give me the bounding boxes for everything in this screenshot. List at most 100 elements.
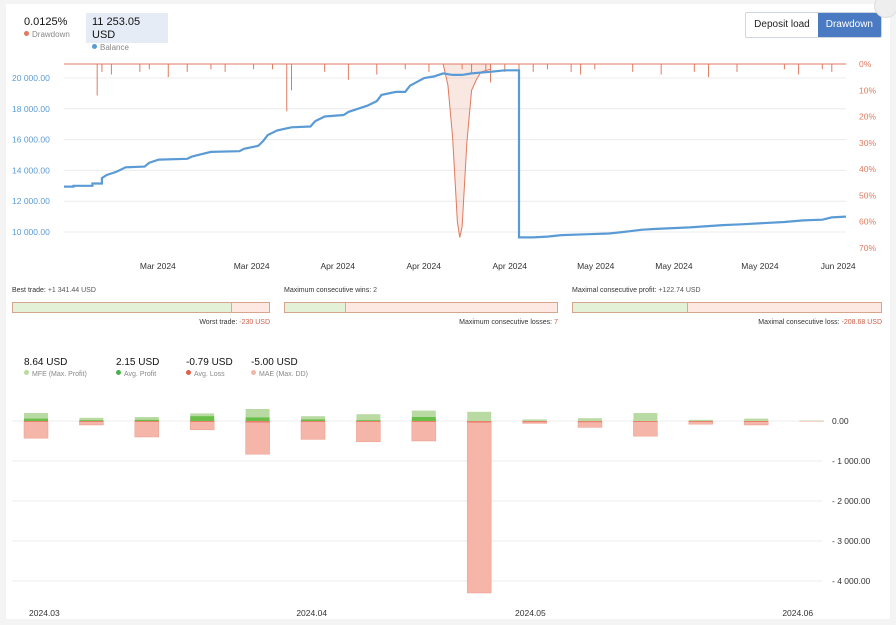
x-tick-label: May 2024 xyxy=(655,261,693,271)
summary-avg-profit-value: 2.15 USD xyxy=(116,357,160,368)
mfe-bar xyxy=(578,418,602,421)
y-right-tick-label: 40% xyxy=(859,164,876,174)
max-consec-loss-stat: Maximal consecutive loss: -208.68 USD xyxy=(758,319,882,326)
summary-avg-loss[interactable]: -0.79 USD Avg. Loss xyxy=(186,357,233,380)
mae-bar xyxy=(356,420,381,443)
y-left-tick-label: 14 000.00 xyxy=(12,165,50,175)
avg-loss-bar xyxy=(744,421,769,422)
avg-loss-bar xyxy=(411,421,436,422)
best-trade-fill xyxy=(13,303,232,312)
avg-loss-bar xyxy=(79,421,104,422)
mfe-bar xyxy=(688,419,713,421)
consec-wins-fill xyxy=(285,303,346,312)
avg-profit-bar xyxy=(301,419,325,421)
best-worst-trade-bar xyxy=(12,302,270,313)
x-tick-label: May 2024 xyxy=(577,261,615,271)
y-right-tick-label: 20% xyxy=(859,112,876,122)
x-tick-label: 2024.05 xyxy=(515,608,546,618)
avg-loss-bar xyxy=(134,421,159,422)
x-tick-label: Jun 2024 xyxy=(821,261,856,271)
chart-panel: 0.0125% Drawdown 11 253.05 USD Balance D… xyxy=(6,0,896,619)
max-consec-wins-value: 2 xyxy=(373,287,377,294)
max-consec-loss-value: -208.68 USD xyxy=(841,319,882,326)
mfe-bar xyxy=(522,419,547,421)
mae-bar xyxy=(300,420,326,440)
mae-bar xyxy=(633,420,658,437)
y-left-tick-label: 20 000.00 xyxy=(12,73,50,83)
balance-drawdown-chart: 10 000.00 12 000.00 14 000.00 16 000.00 18 0… xyxy=(12,59,876,271)
consec-profit-loss-bar xyxy=(572,302,882,313)
y-tick-label: - 1 000.00 xyxy=(832,456,871,466)
avg-loss-bar xyxy=(578,421,602,423)
best-trade-stat: Best trade: +1 341.44 USD xyxy=(12,287,96,294)
summary-mfe-dot xyxy=(24,370,29,375)
summary-mae-value: -5.00 USD xyxy=(251,357,298,368)
x-tick-label: May 2024 xyxy=(741,261,779,271)
mae-bar xyxy=(466,420,492,594)
consec-wins-losses-bar xyxy=(284,302,558,313)
avg-profit-bar xyxy=(245,417,270,421)
avg-loss-bar xyxy=(24,421,48,422)
worst-trade-stat: Worst trade: -230 USD xyxy=(199,319,270,326)
summary-avg-profit[interactable]: 2.15 USD Avg. Profit xyxy=(116,357,159,380)
mfe-bar xyxy=(633,413,658,421)
avg-loss-bar xyxy=(301,421,325,422)
max-consec-wins-stat: Maximum consecutive wins: 2 xyxy=(284,287,377,294)
y-left-tick-label: 18 000.00 xyxy=(12,104,50,114)
summary-mfe[interactable]: 8.64 USD MFE (Max. Profit) xyxy=(24,357,87,380)
avg-profit-bar xyxy=(190,416,215,421)
max-consec-profit-stat: Maximal consecutive profit: +122.74 USD xyxy=(572,287,701,294)
mfe-bar xyxy=(467,411,492,421)
avg-profit-bar xyxy=(134,419,159,421)
mae-bar xyxy=(411,420,437,442)
y-tick-label: - 3 000.00 xyxy=(832,536,871,546)
summary-mfe-value: 8.64 USD xyxy=(24,357,68,368)
consec-profit-fill xyxy=(573,303,688,312)
y-tick-label: - 4 000.00 xyxy=(832,576,871,586)
x-tick-label: 2024.06 xyxy=(782,608,813,618)
y-left-tick-label: 16 000.00 xyxy=(12,135,50,145)
drawdown-area xyxy=(442,63,492,238)
avg-profit-bar xyxy=(24,418,48,421)
y-right-tick-label: 0% xyxy=(859,59,872,69)
mfe-mae-bar-chart: 0.00 - 1 000.00 - 2 000.00 - 3 000.00 - 4 00… xyxy=(12,409,871,618)
x-tick-label: Mar 2024 xyxy=(140,261,176,271)
y-left-tick-label: 12 000.00 xyxy=(12,196,50,206)
worst-trade-value: -230 USD xyxy=(239,319,270,326)
x-tick-label: Apr 2024 xyxy=(492,261,527,271)
avg-profit-bar xyxy=(411,417,436,421)
avg-loss-bar xyxy=(356,421,381,422)
y-tick-label: - 2 000.00 xyxy=(832,496,871,506)
avg-loss-bar xyxy=(245,421,270,423)
avg-profit-bar xyxy=(356,420,381,421)
mfe-bar xyxy=(744,418,769,421)
summary-avg-loss-value: -0.79 USD xyxy=(186,357,233,368)
y-right-tick-label: 50% xyxy=(859,190,876,200)
max-consec-profit-value: +122.74 USD xyxy=(658,287,701,294)
mae-bar xyxy=(134,420,160,438)
x-tick-label: 2024.04 xyxy=(296,608,327,618)
avg-loss-bar xyxy=(633,421,658,422)
avg-loss-bar xyxy=(190,421,215,422)
summary-mae[interactable]: -5.00 USD MAE (Max. DD) xyxy=(251,357,308,380)
best-trade-value: +1 341.44 USD xyxy=(47,287,96,294)
avg-loss-bar xyxy=(522,421,547,423)
max-consec-losses-value: 7 xyxy=(554,319,558,326)
y-right-tick-label: 30% xyxy=(859,138,876,148)
summary-avg-loss-dot xyxy=(186,370,191,375)
x-tick-label: Apr 2024 xyxy=(406,261,441,271)
summary-avg-profit-dot xyxy=(116,370,121,375)
y-right-tick-label: 10% xyxy=(859,85,876,95)
mae-bar xyxy=(189,420,215,431)
y-right-tick-label: 70% xyxy=(859,243,876,253)
x-tick-label: Mar 2024 xyxy=(234,261,270,271)
avg-loss-bar xyxy=(467,421,492,423)
avg-loss-bar xyxy=(688,421,713,422)
mae-bar xyxy=(245,420,270,455)
y-left-tick-label: 10 000.00 xyxy=(12,227,50,237)
mae-bar xyxy=(23,420,49,439)
x-tick-label: 2024.03 xyxy=(29,608,60,618)
x-tick-label: Apr 2024 xyxy=(320,261,355,271)
max-consec-losses-stat: Maximum consecutive losses: 7 xyxy=(459,319,558,326)
mfe-bar xyxy=(356,414,381,421)
